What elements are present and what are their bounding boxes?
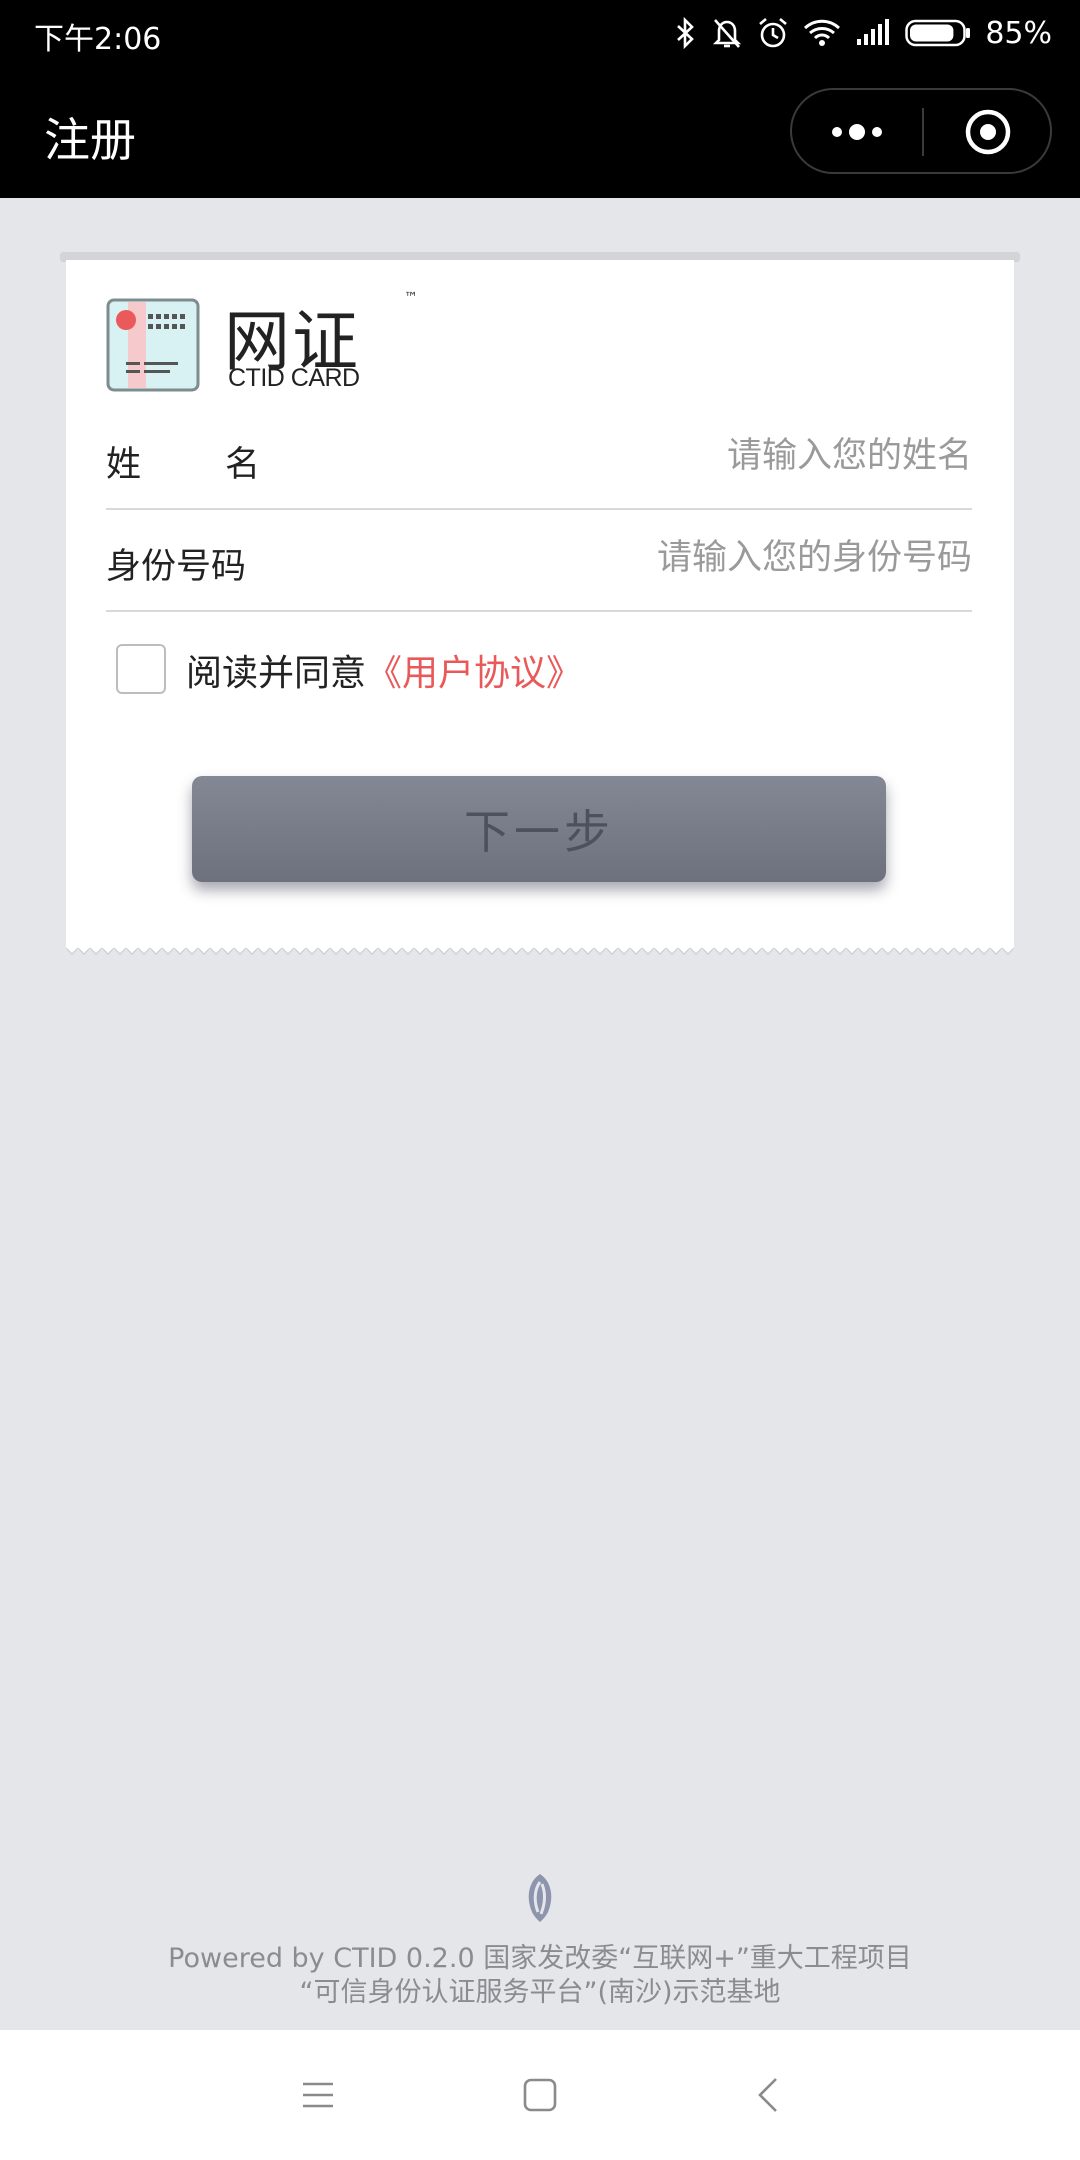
- more-dots-icon: [832, 124, 882, 140]
- page-title: 注册: [44, 113, 136, 167]
- nav-home-button[interactable]: [500, 2060, 580, 2130]
- alarm-icon: [759, 18, 788, 48]
- mini-program-capsule: [790, 88, 1052, 174]
- status-time: 下午2:06: [34, 22, 162, 57]
- status-bar: 下午2:06 85%: [0, 0, 1080, 66]
- battery-percent: 85%: [985, 15, 1052, 51]
- agreement-label: 阅读并同意: [186, 653, 367, 694]
- id-number-input[interactable]: [412, 530, 972, 586]
- id-number-row: 身份号码: [106, 510, 972, 612]
- more-button[interactable]: [792, 90, 922, 174]
- agreement-text: 阅读并同意《用户协议》: [186, 644, 582, 696]
- name-label: 姓名: [106, 445, 345, 485]
- agreement-checkbox[interactable]: [116, 644, 166, 694]
- home-icon: [523, 2078, 557, 2112]
- name-input[interactable]: [412, 428, 972, 484]
- close-button[interactable]: [924, 90, 1052, 174]
- logo-trademark: ™: [404, 290, 418, 306]
- signal-icon: [857, 19, 890, 45]
- nav-menu-button[interactable]: [278, 2060, 358, 2130]
- card-zigzag-edge: [66, 946, 1014, 958]
- logo-subtitle: CTID CARD: [228, 364, 360, 392]
- back-icon: [758, 2078, 777, 2112]
- battery-icon: [905, 19, 971, 47]
- ctid-logo: 网证 ™ CTID CARD: [106, 290, 418, 396]
- nav-back-button[interactable]: [728, 2060, 808, 2130]
- navigation-bar: [0, 2030, 1080, 2160]
- menu-icon: [303, 2082, 333, 2108]
- id-number-label: 身份号码: [106, 547, 247, 587]
- ctid-emblem-icon: [528, 1874, 552, 1922]
- bluetooth-icon: [677, 17, 695, 49]
- close-target-icon: [965, 109, 1011, 155]
- status-icons: 85%: [675, 12, 1052, 54]
- user-agreement-link[interactable]: 《用户协议》: [366, 653, 582, 694]
- footer-platform: “可信身份认证服务平台”(南沙)示范基地: [299, 1977, 781, 2008]
- name-row: 姓名: [106, 408, 972, 510]
- wifi-icon: [804, 19, 841, 46]
- mute-icon: [713, 19, 742, 48]
- next-step-button[interactable]: 下一步: [192, 776, 886, 882]
- id-card-icon: [106, 298, 200, 392]
- title-bar: 注册: [0, 66, 1080, 198]
- register-card: 网证 ™ CTID CARD 姓名 身份号码 阅读并同意《用户协议》 下一步: [66, 260, 1014, 950]
